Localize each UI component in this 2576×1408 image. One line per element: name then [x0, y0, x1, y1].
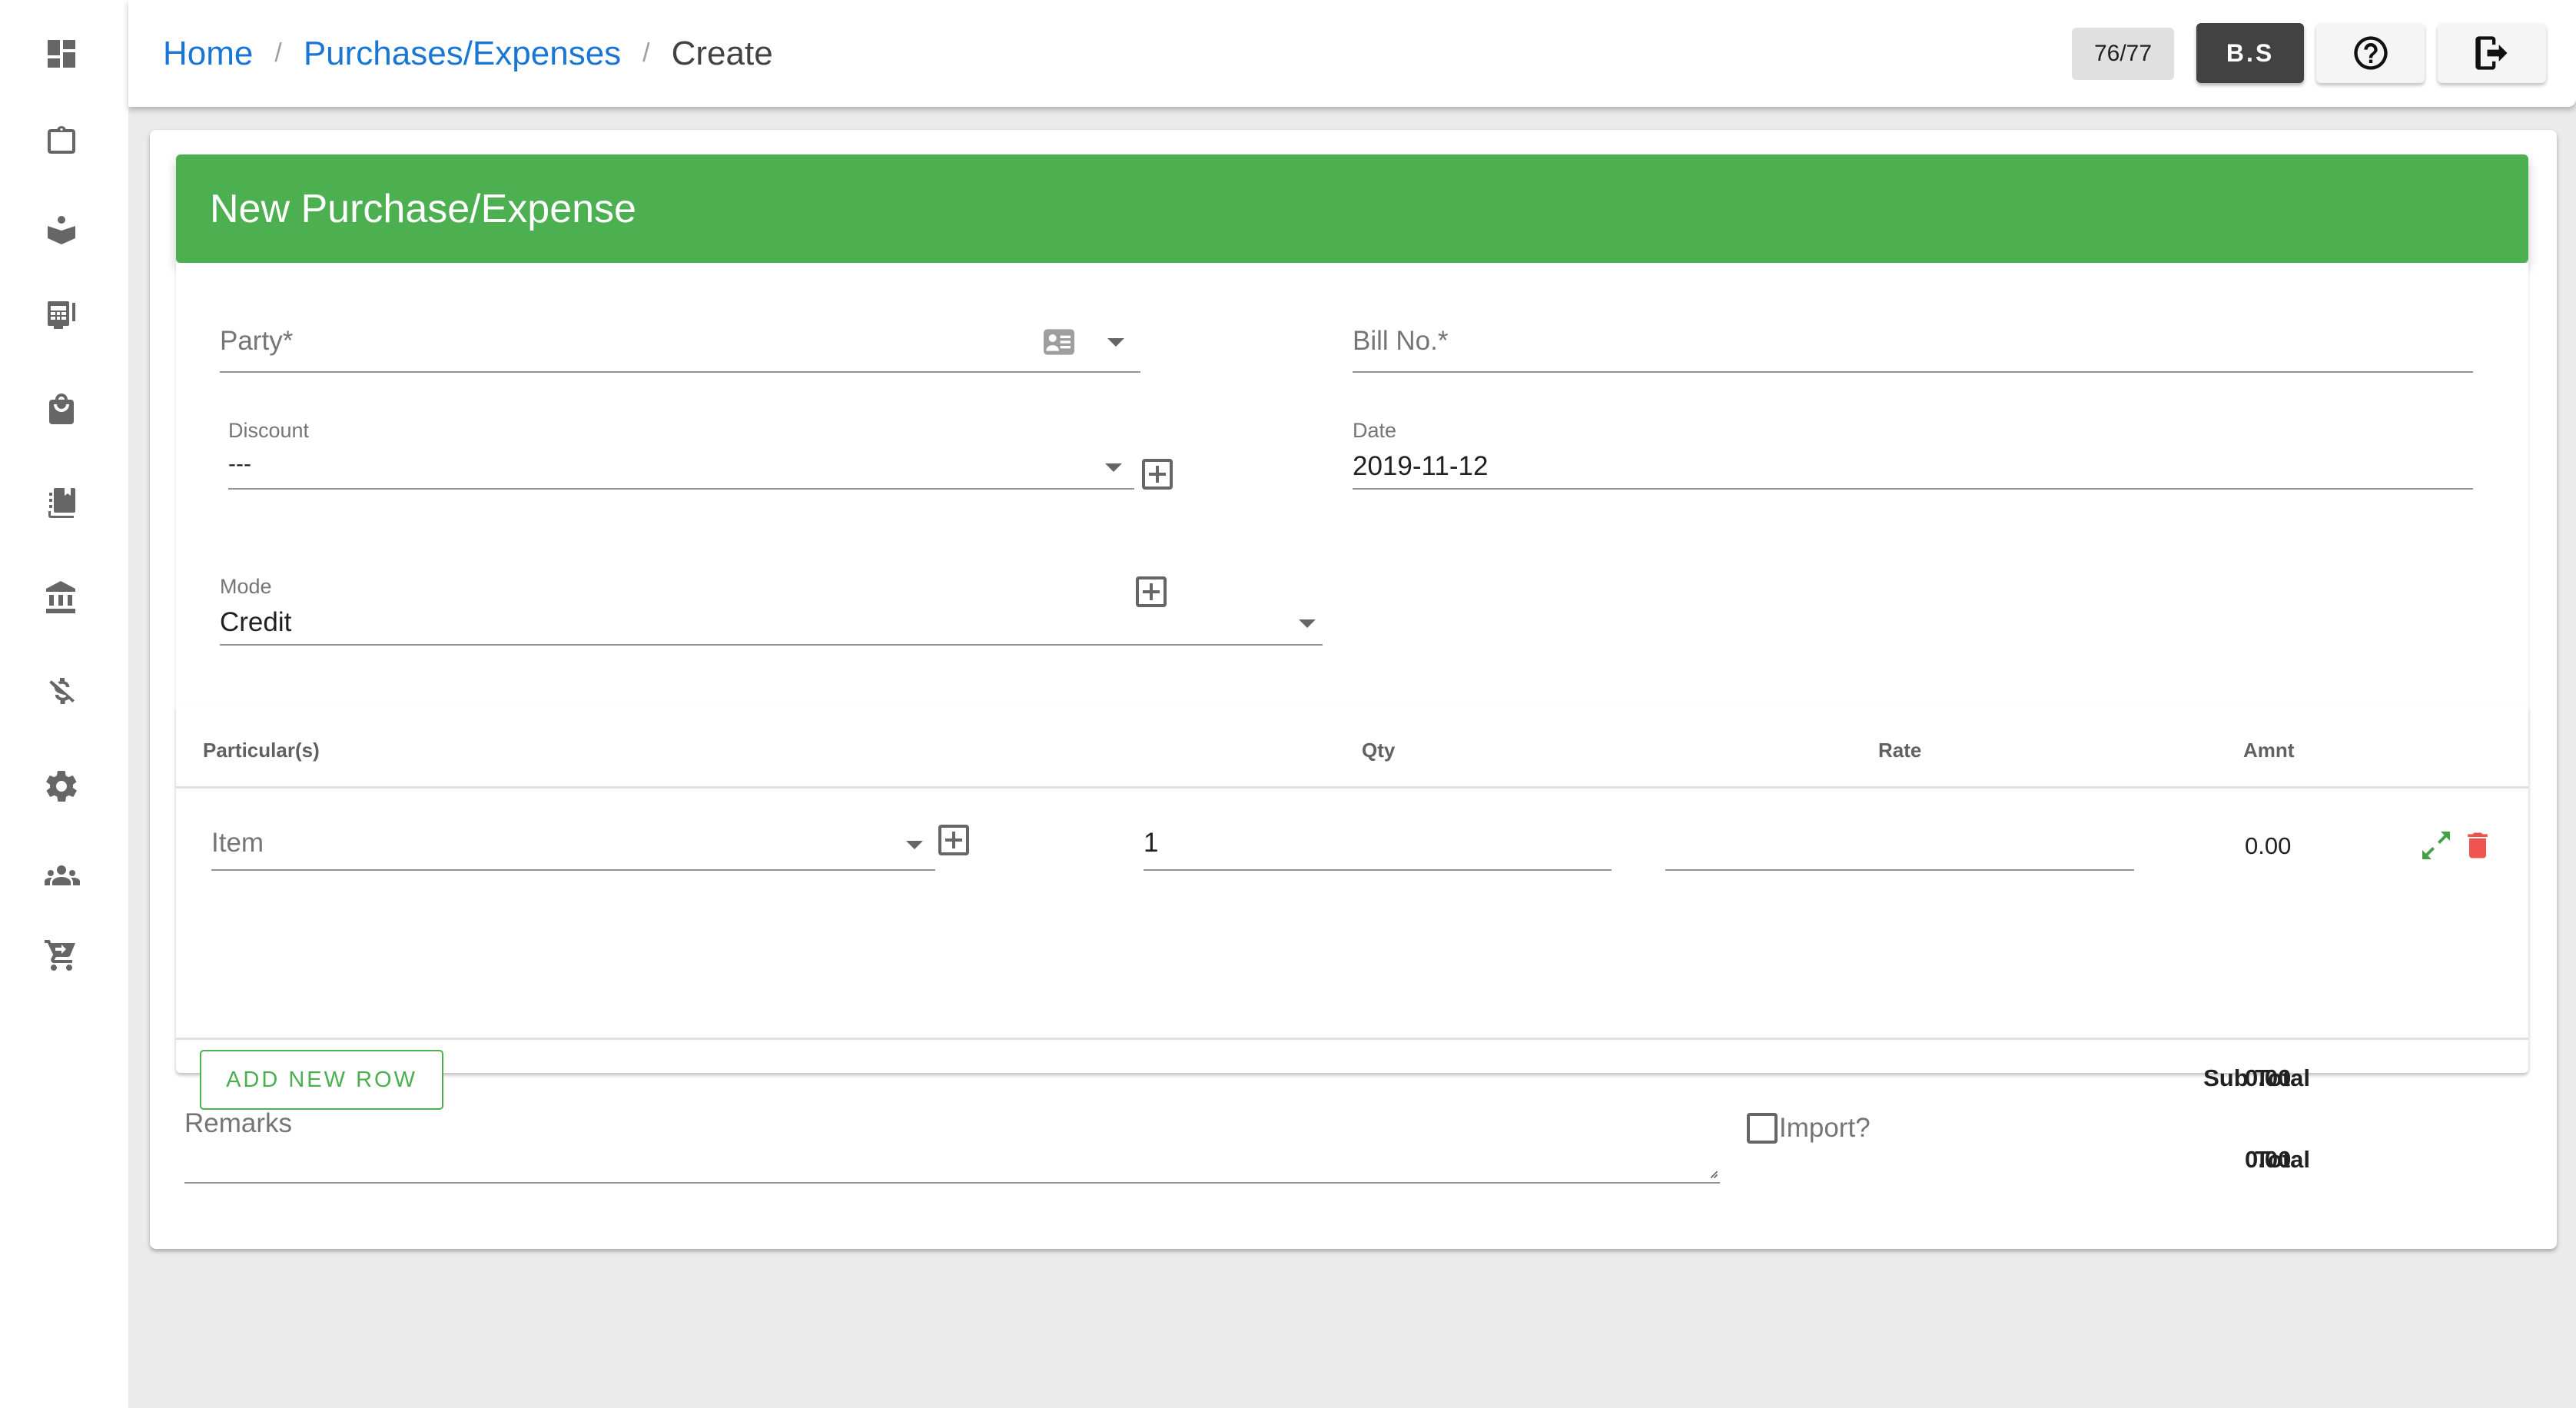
sidebar-item-reader[interactable]	[38, 206, 85, 252]
sidebar	[0, 0, 128, 1408]
bank-icon	[46, 581, 75, 613]
bill-no-field[interactable]: Bill No.*	[1353, 320, 2473, 373]
form-fields: Party* Bill No.* Discount --- Date 2019-…	[176, 263, 2528, 706]
import-label: Import?	[1779, 1113, 1871, 1143]
add-party-button[interactable]	[1142, 459, 1173, 490]
expand-icon[interactable]	[2418, 827, 2455, 864]
mode-dropdown-arrow[interactable]	[1299, 619, 1316, 628]
breadcrumb-home[interactable]: Home	[163, 35, 253, 73]
sidebar-item-clipboard[interactable]	[38, 117, 85, 163]
column-header-rate: Rate	[1878, 739, 1922, 762]
sidebar-item-settings[interactable]	[38, 763, 85, 809]
total-value: 0.00	[2245, 1146, 2292, 1173]
column-header-qty: Qty	[1362, 739, 1396, 762]
clipboard-icon	[48, 126, 75, 154]
breadcrumb-separator: /	[642, 38, 650, 68]
breadcrumb: Home / Purchases/Expenses / Create	[163, 0, 773, 107]
book-reader-icon	[48, 216, 75, 244]
people-icon	[45, 865, 80, 885]
column-header-amount: Amnt	[2243, 739, 2295, 762]
item-placeholder: Item	[211, 828, 264, 858]
gear-icon	[46, 771, 77, 802]
breadcrumb-purchases[interactable]: Purchases/Expenses	[304, 35, 621, 73]
qty-underline	[1144, 869, 1612, 871]
row-amount: 0.00	[2245, 832, 2292, 859]
remarks-underline	[184, 1182, 1720, 1184]
record-counter-badge: 76/77	[2072, 28, 2174, 80]
item-select[interactable]: Item	[211, 820, 935, 871]
date-label: Date	[1353, 419, 1397, 442]
discount-label: Discount	[228, 419, 310, 442]
pos-terminal-icon	[48, 301, 75, 329]
delete-icon[interactable]	[2461, 827, 2495, 864]
shopping-bag-icon	[49, 394, 74, 424]
rate-input[interactable]	[1665, 820, 2134, 871]
items-table: Particular(s) Qty Rate Amnt Item 1 0.00	[176, 706, 2528, 1173]
add-new-row-button[interactable]: ADD NEW ROW	[200, 1050, 443, 1110]
mode-select[interactable]: Mode Credit	[220, 575, 1323, 646]
column-header-particulars: Particular(s)	[203, 739, 320, 762]
bill-no-underline	[1353, 371, 2473, 373]
date-field[interactable]: Date 2019-11-12	[1353, 419, 2473, 490]
add-item-button[interactable]	[938, 825, 969, 855]
logout-button[interactable]	[2438, 23, 2546, 83]
logout-icon	[2475, 36, 2507, 70]
sidebar-item-dashboard[interactable]	[38, 31, 85, 77]
remarks-textarea[interactable]: Remarks	[184, 1104, 1720, 1184]
help-button[interactable]	[2316, 23, 2425, 83]
sidebar-item-shopping[interactable]	[38, 386, 85, 432]
money-off-icon	[49, 678, 75, 704]
sidebar-item-bank[interactable]	[38, 575, 85, 621]
dashboard-icon	[48, 40, 75, 68]
page-title: New Purchase/Expense	[210, 186, 636, 231]
date-underline	[1353, 488, 2473, 490]
bill-no-placeholder: Bill No.*	[1353, 326, 1449, 356]
remarks-placeholder: Remarks	[184, 1108, 293, 1138]
card-header: New Purchase/Expense	[176, 154, 2528, 263]
import-checkbox[interactable]	[1747, 1113, 1778, 1144]
party-field[interactable]: Party*	[220, 320, 1140, 373]
sidebar-item-pos[interactable]	[38, 292, 85, 338]
date-value: 2019-11-12	[1353, 451, 1489, 481]
breadcrumb-current: Create	[671, 34, 773, 72]
discount-value: ---	[228, 451, 251, 477]
sidebar-item-cart[interactable]	[38, 932, 85, 978]
mode-underline	[220, 644, 1323, 646]
purchase-form-card: New Purchase/Expense Party* Bill No.* Di…	[150, 130, 2557, 1249]
breadcrumb-separator: /	[274, 38, 282, 68]
sidebar-item-inventory[interactable]	[38, 480, 85, 526]
row-divider	[176, 1038, 2528, 1040]
import-checkbox-group[interactable]: Import?	[1747, 1113, 1871, 1144]
discount-underline	[228, 488, 1134, 490]
mode-value: Credit	[220, 607, 292, 637]
resize-grip-icon[interactable]	[1708, 1168, 1718, 1179]
item-underline	[211, 869, 935, 871]
qty-input[interactable]: 1	[1144, 820, 1612, 871]
party-dropdown-arrow[interactable]	[1107, 338, 1124, 347]
mode-label: Mode	[220, 575, 272, 598]
discount-select[interactable]: Discount ---	[228, 419, 1134, 490]
party-underline	[220, 371, 1140, 373]
cart-arrow-icon	[45, 940, 75, 971]
item-dropdown-arrow[interactable]	[906, 841, 923, 849]
sub-total-value: 0.00	[2245, 1064, 2292, 1091]
top-bar: Home / Purchases/Expenses / Create 76/77…	[128, 0, 2576, 107]
sidebar-item-people[interactable]	[38, 853, 85, 899]
sidebar-item-money-off[interactable]	[38, 669, 85, 715]
header-divider	[176, 786, 2528, 789]
rate-underline	[1665, 869, 2134, 871]
help-circle-icon	[2353, 36, 2388, 70]
party-placeholder: Party*	[220, 326, 294, 356]
calendar-toggle-button[interactable]: B.S	[2196, 23, 2304, 83]
inventory-book-icon	[48, 488, 75, 518]
contact-card-icon[interactable]	[1044, 329, 1074, 355]
qty-value: 1	[1144, 828, 1159, 858]
discount-dropdown-arrow[interactable]	[1105, 463, 1122, 472]
